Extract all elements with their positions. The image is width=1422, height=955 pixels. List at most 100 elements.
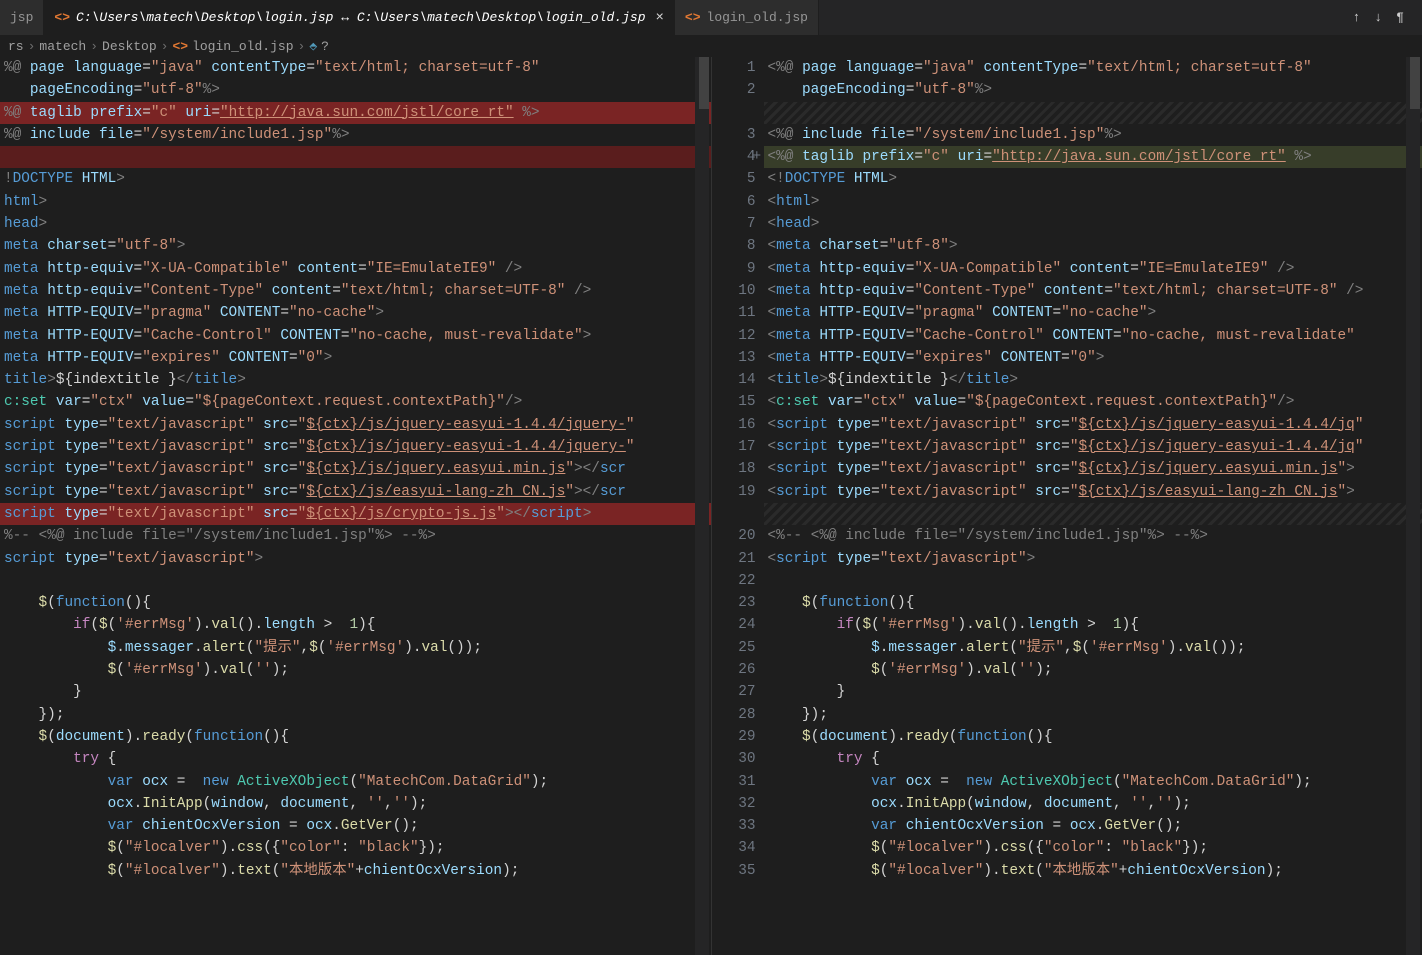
code-line[interactable]: 26 $('#errMsg').val('');	[764, 659, 1422, 681]
code-line[interactable]: $("#localver").css({"color": "black"});	[0, 837, 711, 859]
code-line[interactable]: 30 try {	[764, 748, 1422, 770]
code-line[interactable]: 14<title>${indextitle }</title>	[764, 369, 1422, 391]
code-line[interactable]: 24 if($('#errMsg').val().length > 1){	[764, 614, 1422, 636]
code-line[interactable]: script type="text/javascript">	[0, 548, 711, 570]
code-line[interactable]: 22	[764, 570, 1422, 592]
code-line[interactable]: 34 $("#localver").css({"color": "black"}…	[764, 837, 1422, 859]
code-line[interactable]: script type="text/javascript" src="${ctx…	[0, 436, 711, 458]
code-line[interactable]: ocx.InitApp(window, document, '','');	[0, 793, 711, 815]
code-line[interactable]: pageEncoding="utf-8"%>	[0, 79, 711, 101]
next-diff-icon[interactable]: ↓	[1374, 10, 1382, 25]
code-line[interactable]: 19<script type="text/javascript" src="${…	[764, 481, 1422, 503]
code-line[interactable]: 32 ocx.InitApp(window, document, '','');	[764, 793, 1422, 815]
code-line[interactable]: c:set var="ctx" value="${pageContext.req…	[0, 391, 711, 413]
breadcrumb-item[interactable]: matech	[39, 39, 86, 54]
code-line[interactable]: 31 var ocx = new ActiveXObject("MatechCo…	[764, 771, 1422, 793]
code-line[interactable]: $(function(){	[0, 592, 711, 614]
code-line[interactable]: $("#localver").text("本地版本"+chientOcxVers…	[0, 860, 711, 882]
code-text: ocx.InitApp(window, document, '','');	[768, 796, 1191, 812]
code-line[interactable]: script type="text/javascript" src="${ctx…	[0, 414, 711, 436]
code-line[interactable]: 8<meta charset="utf-8">	[764, 235, 1422, 257]
code-line[interactable]: $.messager.alert("提示",$('#errMsg').val()…	[0, 637, 711, 659]
minimap-left[interactable]	[695, 57, 709, 955]
code-line[interactable]: $(document).ready(function(){	[0, 726, 711, 748]
code-line[interactable]: meta HTTP-EQUIV="pragma" CONTENT="no-cac…	[0, 302, 711, 324]
code-text: <script type="text/javascript" src="${ct…	[768, 461, 1355, 477]
code-line[interactable]	[0, 570, 711, 592]
close-icon[interactable]: ×	[656, 10, 664, 26]
tab-login-old[interactable]: <> login_old.jsp	[675, 0, 819, 35]
code-line[interactable]: meta http-equiv="X-UA-Compatible" conten…	[0, 258, 711, 280]
diff-split-view: %@ page language="java" contentType="tex…	[0, 57, 1422, 955]
code-line[interactable]: 21<script type="text/javascript">	[764, 548, 1422, 570]
code-line[interactable]: 11<meta HTTP-EQUIV="pragma" CONTENT="no-…	[764, 302, 1422, 324]
code-line[interactable]: if($('#errMsg').val().length > 1){	[0, 614, 711, 636]
code-line[interactable]: script type="text/javascript" src="${ctx…	[0, 481, 711, 503]
code-line[interactable]: var ocx = new ActiveXObject("MatechCom.D…	[0, 771, 711, 793]
code-line[interactable]: 3<%@ include file="/system/include1.jsp"…	[764, 124, 1422, 146]
code-text: <%@ taglib prefix="c" uri="http://java.s…	[768, 149, 1312, 165]
code-line[interactable]: %-- <%@ include file="/system/include1.j…	[0, 525, 711, 547]
code-line[interactable]: 4+<%@ taglib prefix="c" uri="http://java…	[764, 146, 1422, 168]
code-line[interactable]: meta charset="utf-8">	[0, 235, 711, 257]
code-line[interactable]: 29 $(document).ready(function(){	[764, 726, 1422, 748]
code-line[interactable]: 1<%@ page language="java" contentType="t…	[764, 57, 1422, 79]
code-line[interactable]	[764, 102, 1422, 124]
code-line[interactable]: script type="text/javascript" src="${ctx…	[0, 458, 711, 480]
code-line[interactable]: head>	[0, 213, 711, 235]
code-line[interactable]: 27 }	[764, 681, 1422, 703]
code-line[interactable]: }	[0, 681, 711, 703]
code-line[interactable]: 13<meta HTTP-EQUIV="expires" CONTENT="0"…	[764, 347, 1422, 369]
breadcrumb-item[interactable]: ?	[321, 39, 329, 54]
code-line[interactable]: 23 $(function(){	[764, 592, 1422, 614]
code-line[interactable]: %@ include file="/system/include1.jsp"%>	[0, 124, 711, 146]
code-line[interactable]: var chientOcxVersion = ocx.GetVer();	[0, 815, 711, 837]
code-line[interactable]: 12<meta HTTP-EQUIV="Cache-Control" CONTE…	[764, 325, 1422, 347]
tab-diff-active[interactable]: <> C:\Users\matech\Desktop\login.jsp ↔ C…	[44, 0, 675, 35]
line-number: 33	[712, 815, 756, 837]
code-line[interactable]: script type="text/javascript" src="${ctx…	[0, 503, 711, 525]
code-line[interactable]: 20<%-- <%@ include file="/system/include…	[764, 525, 1422, 547]
code-line[interactable]: meta http-equiv="Content-Type" content="…	[0, 280, 711, 302]
code-line[interactable]: 28 });	[764, 704, 1422, 726]
code-line[interactable]: 5<!DOCTYPE HTML>	[764, 168, 1422, 190]
breadcrumb-item[interactable]: rs	[8, 39, 24, 54]
code-line[interactable]: 25 $.messager.alert("提示",$('#errMsg').va…	[764, 637, 1422, 659]
whitespace-toggle-icon[interactable]: ¶	[1396, 10, 1404, 25]
code-line[interactable]: });	[0, 704, 711, 726]
code-line[interactable]: 18<script type="text/javascript" src="${…	[764, 458, 1422, 480]
breadcrumb-item[interactable]: Desktop	[102, 39, 157, 54]
code-line[interactable]: html>	[0, 191, 711, 213]
diff-pane-original[interactable]: %@ page language="java" contentType="tex…	[0, 57, 712, 955]
code-line[interactable]: 35 $("#localver").text("本地版本"+chientOcxV…	[764, 860, 1422, 882]
code-line[interactable]: 16<script type="text/javascript" src="${…	[764, 414, 1422, 436]
minimap-right[interactable]	[1406, 57, 1420, 955]
code-line[interactable]: title>${indextitle }</title>	[0, 369, 711, 391]
tab-partial-left[interactable]: jsp	[0, 0, 44, 35]
code-line[interactable]: 9<meta http-equiv="X-UA-Compatible" cont…	[764, 258, 1422, 280]
code-area-left[interactable]: %@ page language="java" contentType="tex…	[0, 57, 711, 882]
code-line[interactable]: !DOCTYPE HTML>	[0, 168, 711, 190]
code-line[interactable]	[0, 146, 711, 168]
code-line[interactable]: meta HTTP-EQUIV="expires" CONTENT="0">	[0, 347, 711, 369]
code-line[interactable]: 17<script type="text/javascript" src="${…	[764, 436, 1422, 458]
code-line[interactable]: %@ page language="java" contentType="tex…	[0, 57, 711, 79]
tabs-bar: jsp <> C:\Users\matech\Desktop\login.jsp…	[0, 0, 1422, 35]
code-line[interactable]: $('#errMsg').val('');	[0, 659, 711, 681]
code-line[interactable]: 6<html>	[764, 191, 1422, 213]
code-line[interactable]	[764, 503, 1422, 525]
diff-pane-modified[interactable]: 1<%@ page language="java" contentType="t…	[712, 57, 1422, 955]
code-line[interactable]: 7<head>	[764, 213, 1422, 235]
prev-diff-icon[interactable]: ↑	[1353, 10, 1361, 25]
code-line[interactable]: 2 pageEncoding="utf-8"%>	[764, 79, 1422, 101]
code-line[interactable]: 15<c:set var="ctx" value="${pageContext.…	[764, 391, 1422, 413]
code-line[interactable]: 33 var chientOcxVersion = ocx.GetVer();	[764, 815, 1422, 837]
jsp-icon: <>	[172, 39, 188, 54]
code-text: $('#errMsg').val('');	[768, 662, 1053, 678]
code-line[interactable]: %@ taglib prefix="c" uri="http://java.su…	[0, 102, 711, 124]
breadcrumb-item[interactable]: login_old.jsp	[192, 39, 293, 54]
code-area-right[interactable]: 1<%@ page language="java" contentType="t…	[764, 57, 1422, 882]
code-line[interactable]: 10<meta http-equiv="Content-Type" conten…	[764, 280, 1422, 302]
code-line[interactable]: try {	[0, 748, 711, 770]
code-line[interactable]: meta HTTP-EQUIV="Cache-Control" CONTENT=…	[0, 325, 711, 347]
